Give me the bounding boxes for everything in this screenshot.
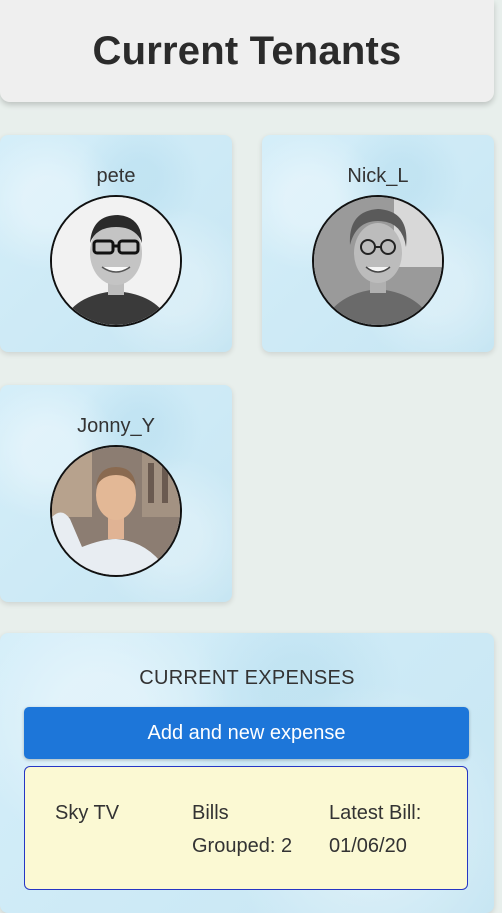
person-photo-icon — [52, 447, 180, 575]
expense-latest-date: 01/06/20 — [329, 835, 407, 857]
expense-name: Sky TV — [55, 802, 120, 824]
tenant-card-jonny-y[interactable]: Jonny_Y — [0, 385, 232, 602]
tenant-avatar[interactable] — [50, 445, 182, 577]
person-photo-icon — [314, 197, 442, 325]
expense-grouped-count: Grouped: 2 — [192, 835, 293, 857]
tenant-name: pete — [96, 165, 136, 187]
tenant-avatar[interactable] — [50, 195, 182, 327]
tenant-name: Nick_L — [347, 165, 409, 187]
expense-latest-bill: Latest Bill: 01/06/20 — [329, 797, 421, 863]
person-photo-icon — [52, 197, 180, 325]
expense-bills-grouped: Bills Grouped: 2 — [192, 797, 292, 863]
expense-latest-label: Latest Bill: — [329, 802, 422, 824]
add-expense-button[interactable]: Add and new expense — [24, 707, 469, 759]
page-header: Current Tenants — [0, 0, 494, 102]
tenant-card-nick-l[interactable]: Nick_L — [262, 135, 494, 352]
tenant-card-pete[interactable]: pete — [0, 135, 232, 352]
tenant-name: Jonny_Y — [77, 415, 155, 437]
expenses-title: CURRENT EXPENSES — [139, 667, 355, 689]
tenant-avatar[interactable] — [312, 195, 444, 327]
expense-bills-label: Bills — [192, 802, 229, 824]
expense-item-sky-tv[interactable]: Sky TV Bills Grouped: 2 Latest Bill: 01/… — [24, 766, 468, 890]
current-expenses-panel: CURRENT EXPENSES Add and new expense Sky… — [0, 633, 494, 913]
page-title: Current Tenants — [92, 28, 402, 73]
